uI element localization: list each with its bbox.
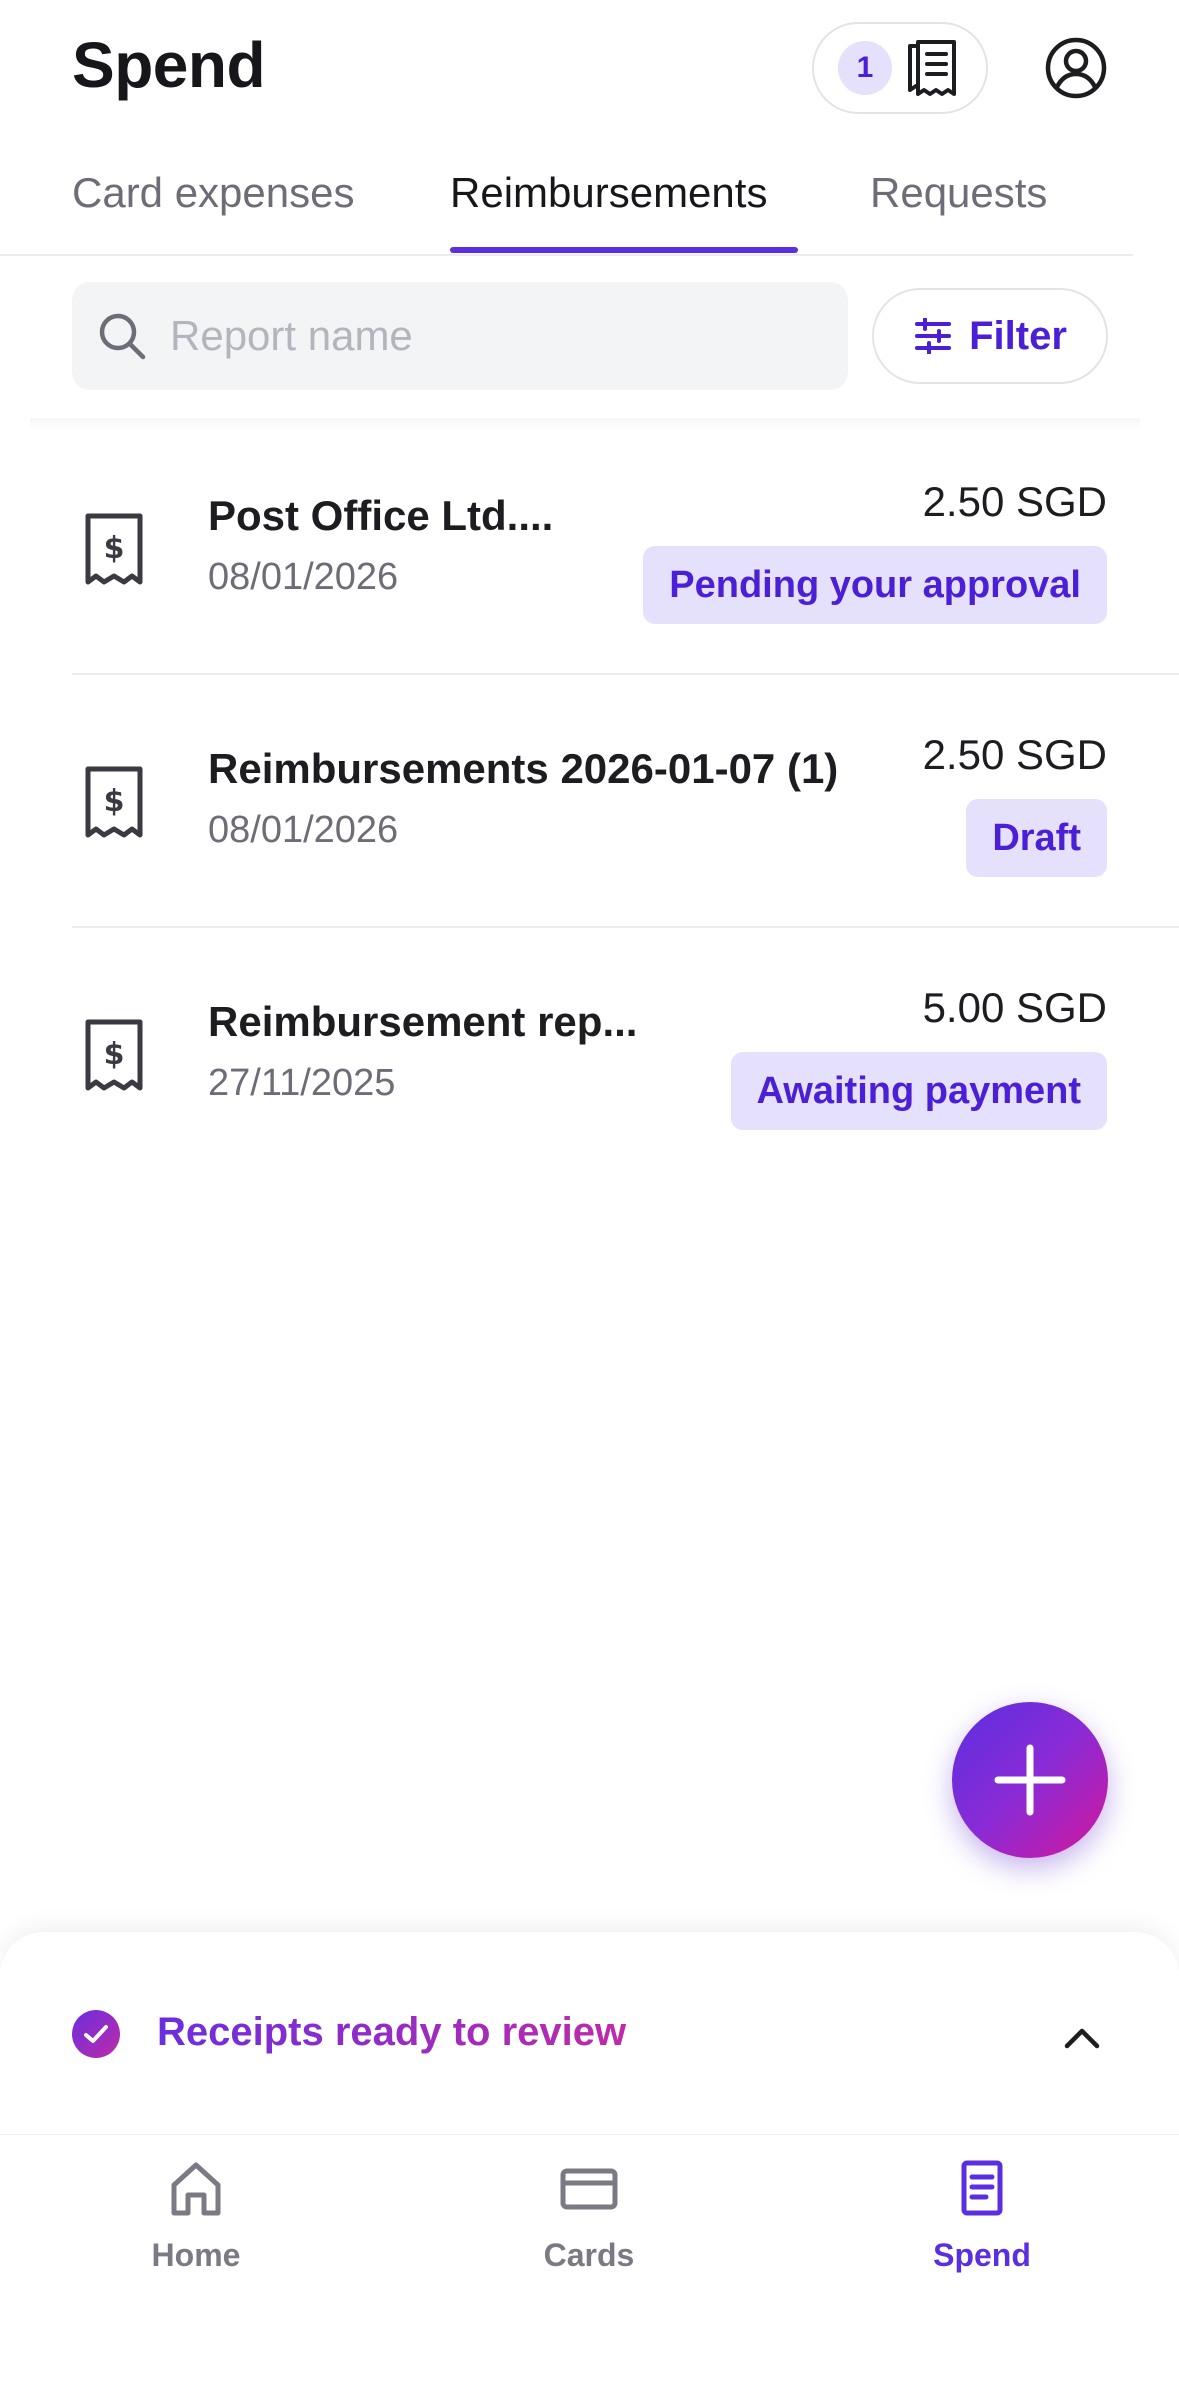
filter-button[interactable]: Filter	[872, 288, 1108, 384]
receipt-dollar-icon: $	[85, 513, 143, 585]
add-report-button[interactable]	[952, 1702, 1108, 1858]
receipts-count-badge: 1	[838, 41, 892, 95]
document-icon	[961, 2160, 1003, 2216]
report-date: 08/01/2026	[208, 809, 399, 851]
profile-icon[interactable]	[1044, 36, 1108, 100]
bottom-nav: Home Cards Spend	[0, 2134, 1179, 2396]
tab-bar: Card expenses Reimbursements Requests	[0, 145, 1133, 256]
card-icon	[560, 2168, 618, 2210]
report-amount: 5.00 SGD	[922, 984, 1107, 1031]
nav-home[interactable]: Home	[66, 2153, 326, 2303]
plus-icon	[994, 1744, 1066, 1816]
status-badge: Draft	[966, 799, 1107, 877]
tab-reimbursements[interactable]: Reimbursements	[450, 169, 767, 217]
report-title: Reimbursement rep...	[208, 998, 638, 1045]
search-icon	[99, 313, 146, 360]
chevron-up-icon[interactable]	[1062, 2018, 1102, 2058]
status-badge: Awaiting payment	[730, 1052, 1107, 1130]
svg-text:$: $	[104, 531, 125, 566]
nav-cards[interactable]: Cards	[459, 2153, 719, 2303]
list-item[interactable]: $ Reimbursements 2026-01-07 (1) 08/01/20…	[0, 675, 1179, 928]
search-row: Filter	[0, 282, 1179, 392]
report-amount: 2.50 SGD	[922, 478, 1107, 525]
receipt-dollar-icon: $	[85, 766, 143, 838]
receipt-stack-icon	[908, 40, 956, 96]
page-title: Spend	[72, 29, 266, 101]
report-amount: 2.50 SGD	[922, 731, 1107, 778]
header: Spend 1	[0, 0, 1179, 135]
report-date: 27/11/2025	[208, 1062, 396, 1104]
receipt-dollar-icon: $	[85, 1019, 143, 1091]
svg-text:$: $	[104, 1037, 125, 1072]
tab-requests[interactable]: Requests	[870, 169, 1047, 217]
receipts-review-label: Receipts ready to review	[157, 2010, 627, 2054]
nav-home-label: Home	[151, 2237, 241, 2273]
filter-label: Filter	[969, 313, 1067, 358]
report-title: Reimbursements 2026-01-07 (1)	[208, 745, 839, 792]
report-date: 08/01/2026	[208, 556, 399, 598]
report-list: $ Post Office Ltd.... 08/01/2026 2.50 SG…	[0, 422, 1179, 1181]
list-item[interactable]: $ Post Office Ltd.... 08/01/2026 2.50 SG…	[0, 422, 1179, 675]
nav-spend-label: Spend	[933, 2237, 1031, 2273]
sliders-icon	[915, 318, 952, 354]
list-item[interactable]: $ Reimbursement rep... 27/11/2025 5.00 S…	[0, 928, 1179, 1181]
tab-card-expenses[interactable]: Card expenses	[72, 169, 355, 217]
report-title: Post Office Ltd....	[208, 492, 554, 539]
svg-text:$: $	[104, 784, 125, 819]
receipts-button[interactable]: 1	[812, 22, 988, 114]
receipts-review-sheet[interactable]: Receipts ready to review	[0, 1932, 1179, 2142]
check-circle-icon	[72, 2010, 120, 2058]
home-icon	[171, 2162, 221, 2216]
nav-spend[interactable]: Spend	[852, 2153, 1112, 2303]
nav-cards-label: Cards	[543, 2237, 635, 2273]
active-tab-indicator	[450, 247, 798, 253]
search-input[interactable]	[170, 312, 810, 360]
status-badge: Pending your approval	[643, 546, 1107, 624]
search-box[interactable]	[72, 282, 848, 390]
